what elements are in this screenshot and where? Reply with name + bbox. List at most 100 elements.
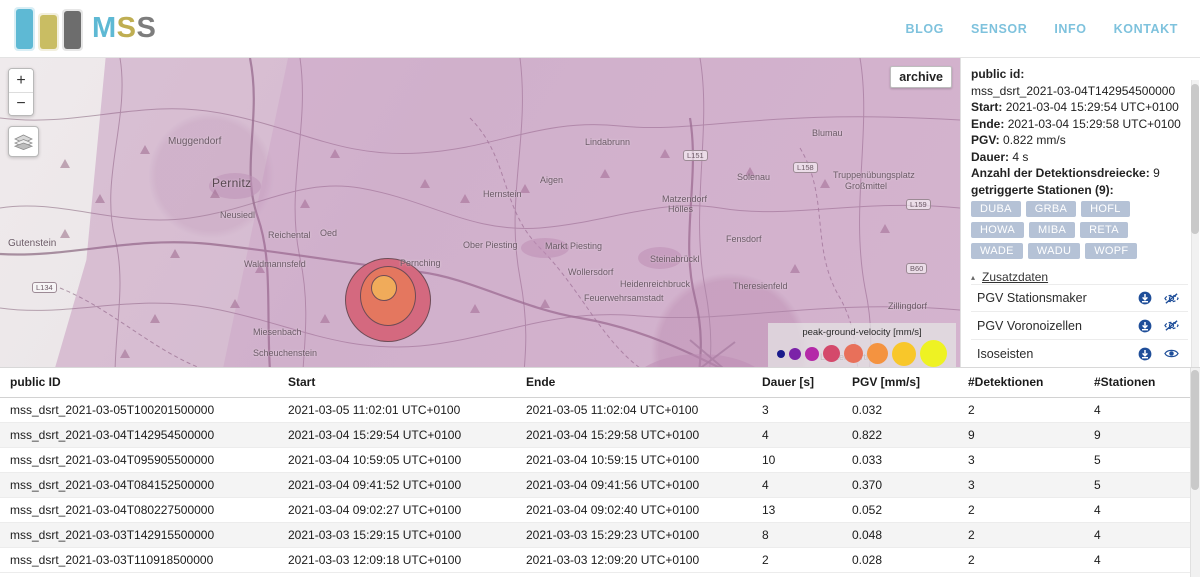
table-row[interactable]: mss_dsrt_2021-03-04T0802275000002021-03-… bbox=[0, 498, 1200, 523]
pgv-value: 0.822 mm/s bbox=[1003, 133, 1066, 147]
legend-color-swatch bbox=[867, 343, 888, 364]
cell-start: 2021-03-04 10:59:05 UTC+0100 bbox=[278, 448, 516, 473]
layer-row: PGV Voronoizellen bbox=[971, 312, 1188, 340]
cell-ende: 2021-03-03 15:29:23 UTC+0100 bbox=[516, 523, 752, 548]
public-id-label: public id: bbox=[971, 66, 1188, 83]
dauer-row: Dauer: 4 s bbox=[971, 149, 1188, 166]
cell-public-id: mss_dsrt_2021-03-04T084152500000 bbox=[0, 473, 278, 498]
layer-visibility-toggle[interactable] bbox=[1158, 319, 1184, 332]
cell-detektionen: 2 bbox=[958, 498, 1084, 523]
cell-pgv: 0.822 bbox=[842, 423, 958, 448]
cell-stationen: 9 bbox=[1084, 423, 1200, 448]
station-badge[interactable]: GRBA bbox=[1026, 201, 1076, 217]
map-zoom-control[interactable]: + − bbox=[8, 68, 34, 116]
logo-bars-icon bbox=[14, 7, 83, 51]
layer-row: PGV Stationsmaker bbox=[971, 284, 1188, 312]
zoom-in-button[interactable]: + bbox=[9, 69, 33, 92]
map-road-shield: B60 bbox=[906, 263, 927, 274]
eye-hidden-icon bbox=[1164, 292, 1179, 305]
eye-hidden-icon bbox=[1164, 319, 1179, 332]
nav-sensor[interactable]: SENSOR bbox=[971, 22, 1027, 36]
table-row[interactable]: mss_dsrt_2021-03-05T100201500000 2021-03-… bbox=[0, 398, 1200, 423]
column-header-ende[interactable]: Ende bbox=[516, 368, 752, 398]
station-badge[interactable]: HOWA bbox=[971, 222, 1024, 238]
column-header-start[interactable]: Start bbox=[278, 368, 516, 398]
table-row[interactable]: mss_dsrt_2021-03-04T0841525000002021-03-… bbox=[0, 473, 1200, 498]
layer-download-button[interactable] bbox=[1132, 291, 1158, 305]
cell-pgv: 0.370 bbox=[842, 473, 958, 498]
legend-title: peak-ground-velocity [mm/s] bbox=[774, 327, 950, 338]
table-row[interactable]: mss_dsrt_2021-03-03T1109185000002021-03-… bbox=[0, 548, 1200, 573]
cell-public-id: mss_dsrt_2021-03-05T100201500000 bbox=[0, 398, 278, 423]
legend-color-swatch bbox=[789, 348, 801, 360]
table-row[interactable]: mss_dsrt_2021-03-04T142954500000 2021-03-… bbox=[0, 423, 1200, 448]
events-table-head: public ID Start Ende Dauer [s] PGV [mm/s… bbox=[0, 368, 1200, 398]
cell-ende: 2021-03-03 12:09:20 UTC+0100 bbox=[516, 548, 752, 573]
start-row: Start: 2021-03-04 15:29:54 UTC+0100 bbox=[971, 99, 1188, 116]
cell-start: 2021-03-03 15:29:15 UTC+0100 bbox=[278, 523, 516, 548]
brand-logo[interactable]: MSS bbox=[14, 7, 156, 51]
brand-wordmark: MSS bbox=[92, 12, 156, 45]
column-header-detektionen[interactable]: #Detektionen bbox=[958, 368, 1084, 398]
dauer-value: 4 s bbox=[1012, 150, 1028, 164]
zusatzdaten-title: Zusatzdaten bbox=[982, 270, 1048, 284]
nav-info[interactable]: INFO bbox=[1054, 22, 1086, 36]
start-value: 2021-03-04 15:29:54 UTC+0100 bbox=[1006, 100, 1179, 114]
archive-button[interactable]: archive bbox=[890, 66, 952, 88]
station-badge[interactable]: WADE bbox=[971, 243, 1023, 259]
map-road-shield: L158 bbox=[793, 162, 818, 173]
map-layers-button[interactable] bbox=[8, 126, 39, 157]
column-header-dauer[interactable]: Dauer [s] bbox=[752, 368, 842, 398]
legend-color-swatch bbox=[920, 340, 947, 367]
layer-download-button[interactable] bbox=[1132, 347, 1158, 361]
cell-start: 2021-03-03 12:09:18 UTC+0100 bbox=[278, 548, 516, 573]
cell-stationen: 5 bbox=[1084, 473, 1200, 498]
cell-stationen: 4 bbox=[1084, 523, 1200, 548]
map-road-shield: L151 bbox=[683, 150, 708, 161]
nav-kontakt[interactable]: KONTAKT bbox=[1114, 22, 1178, 36]
cell-ende: 2021-03-05 11:02:04 UTC+0100 bbox=[516, 398, 752, 423]
content-row: MuggendorfLindabrunnBlumauSolenauTruppen… bbox=[0, 58, 1200, 367]
application-root: MSS BLOG SENSOR INFO KONTAKT bbox=[0, 0, 1200, 577]
layer-download-button[interactable] bbox=[1132, 319, 1158, 333]
cell-ende: 2021-03-04 15:29:58 UTC+0100 bbox=[516, 423, 752, 448]
station-badge[interactable]: RETA bbox=[1080, 222, 1128, 238]
column-header-public-id[interactable]: public ID bbox=[0, 368, 278, 398]
zusatzdaten-toggle[interactable]: ▴ Zusatzdaten bbox=[971, 270, 1188, 284]
events-table-pane[interactable]: public ID Start Ende Dauer [s] PGV [mm/s… bbox=[0, 367, 1200, 577]
cell-public-id: mss_dsrt_2021-03-04T142954500000 bbox=[0, 423, 278, 448]
layer-visibility-toggle[interactable] bbox=[1158, 292, 1184, 305]
cell-ende: 2021-03-04 09:02:40 UTC+0100 bbox=[516, 498, 752, 523]
table-row[interactable]: mss_dsrt_2021-03-03T1429155000002021-03-… bbox=[0, 523, 1200, 548]
cell-pgv: 0.028 bbox=[842, 548, 958, 573]
zoom-out-button[interactable]: − bbox=[9, 92, 33, 115]
station-badge[interactable]: HOFL bbox=[1081, 201, 1130, 217]
cell-detektionen: 3 bbox=[958, 448, 1084, 473]
station-badge[interactable]: WADU bbox=[1028, 243, 1080, 259]
layer-visibility-toggle[interactable] bbox=[1158, 347, 1184, 360]
column-header-pgv[interactable]: PGV [mm/s] bbox=[842, 368, 958, 398]
brand-letter-s2: S bbox=[137, 12, 157, 45]
ende-value: 2021-03-04 15:29:58 UTC+0100 bbox=[1008, 117, 1181, 131]
dauer-label: Dauer: bbox=[971, 150, 1009, 164]
cell-ende: 2021-03-04 10:59:15 UTC+0100 bbox=[516, 448, 752, 473]
table-scrollbar-thumb[interactable] bbox=[1191, 370, 1199, 490]
legend-color-swatch bbox=[823, 345, 840, 362]
column-header-stationen[interactable]: #Stationen bbox=[1084, 368, 1200, 398]
pgv-label: PGV: bbox=[971, 133, 1000, 147]
cell-public-id: mss_dsrt_2021-03-03T110918500000 bbox=[0, 548, 278, 573]
station-badge[interactable]: DUBA bbox=[971, 201, 1021, 217]
nav-blog[interactable]: BLOG bbox=[905, 22, 944, 36]
cell-dauer: 3 bbox=[752, 398, 842, 423]
sidebar-scrollbar-thumb[interactable] bbox=[1191, 84, 1199, 234]
start-label: Start: bbox=[971, 100, 1002, 114]
station-badge[interactable]: MIBA bbox=[1029, 222, 1075, 238]
table-row[interactable]: mss_dsrt_2021-03-04T0959055000002021-03-… bbox=[0, 448, 1200, 473]
legend-color-scale bbox=[774, 340, 950, 367]
map-road-shield: L159 bbox=[906, 199, 931, 210]
cell-pgv: 0.048 bbox=[842, 523, 958, 548]
cell-dauer: 4 bbox=[752, 473, 842, 498]
station-badge[interactable]: WOPF bbox=[1085, 243, 1137, 259]
cell-stationen: 5 bbox=[1084, 448, 1200, 473]
layer-row: Isoseisten bbox=[971, 340, 1188, 368]
